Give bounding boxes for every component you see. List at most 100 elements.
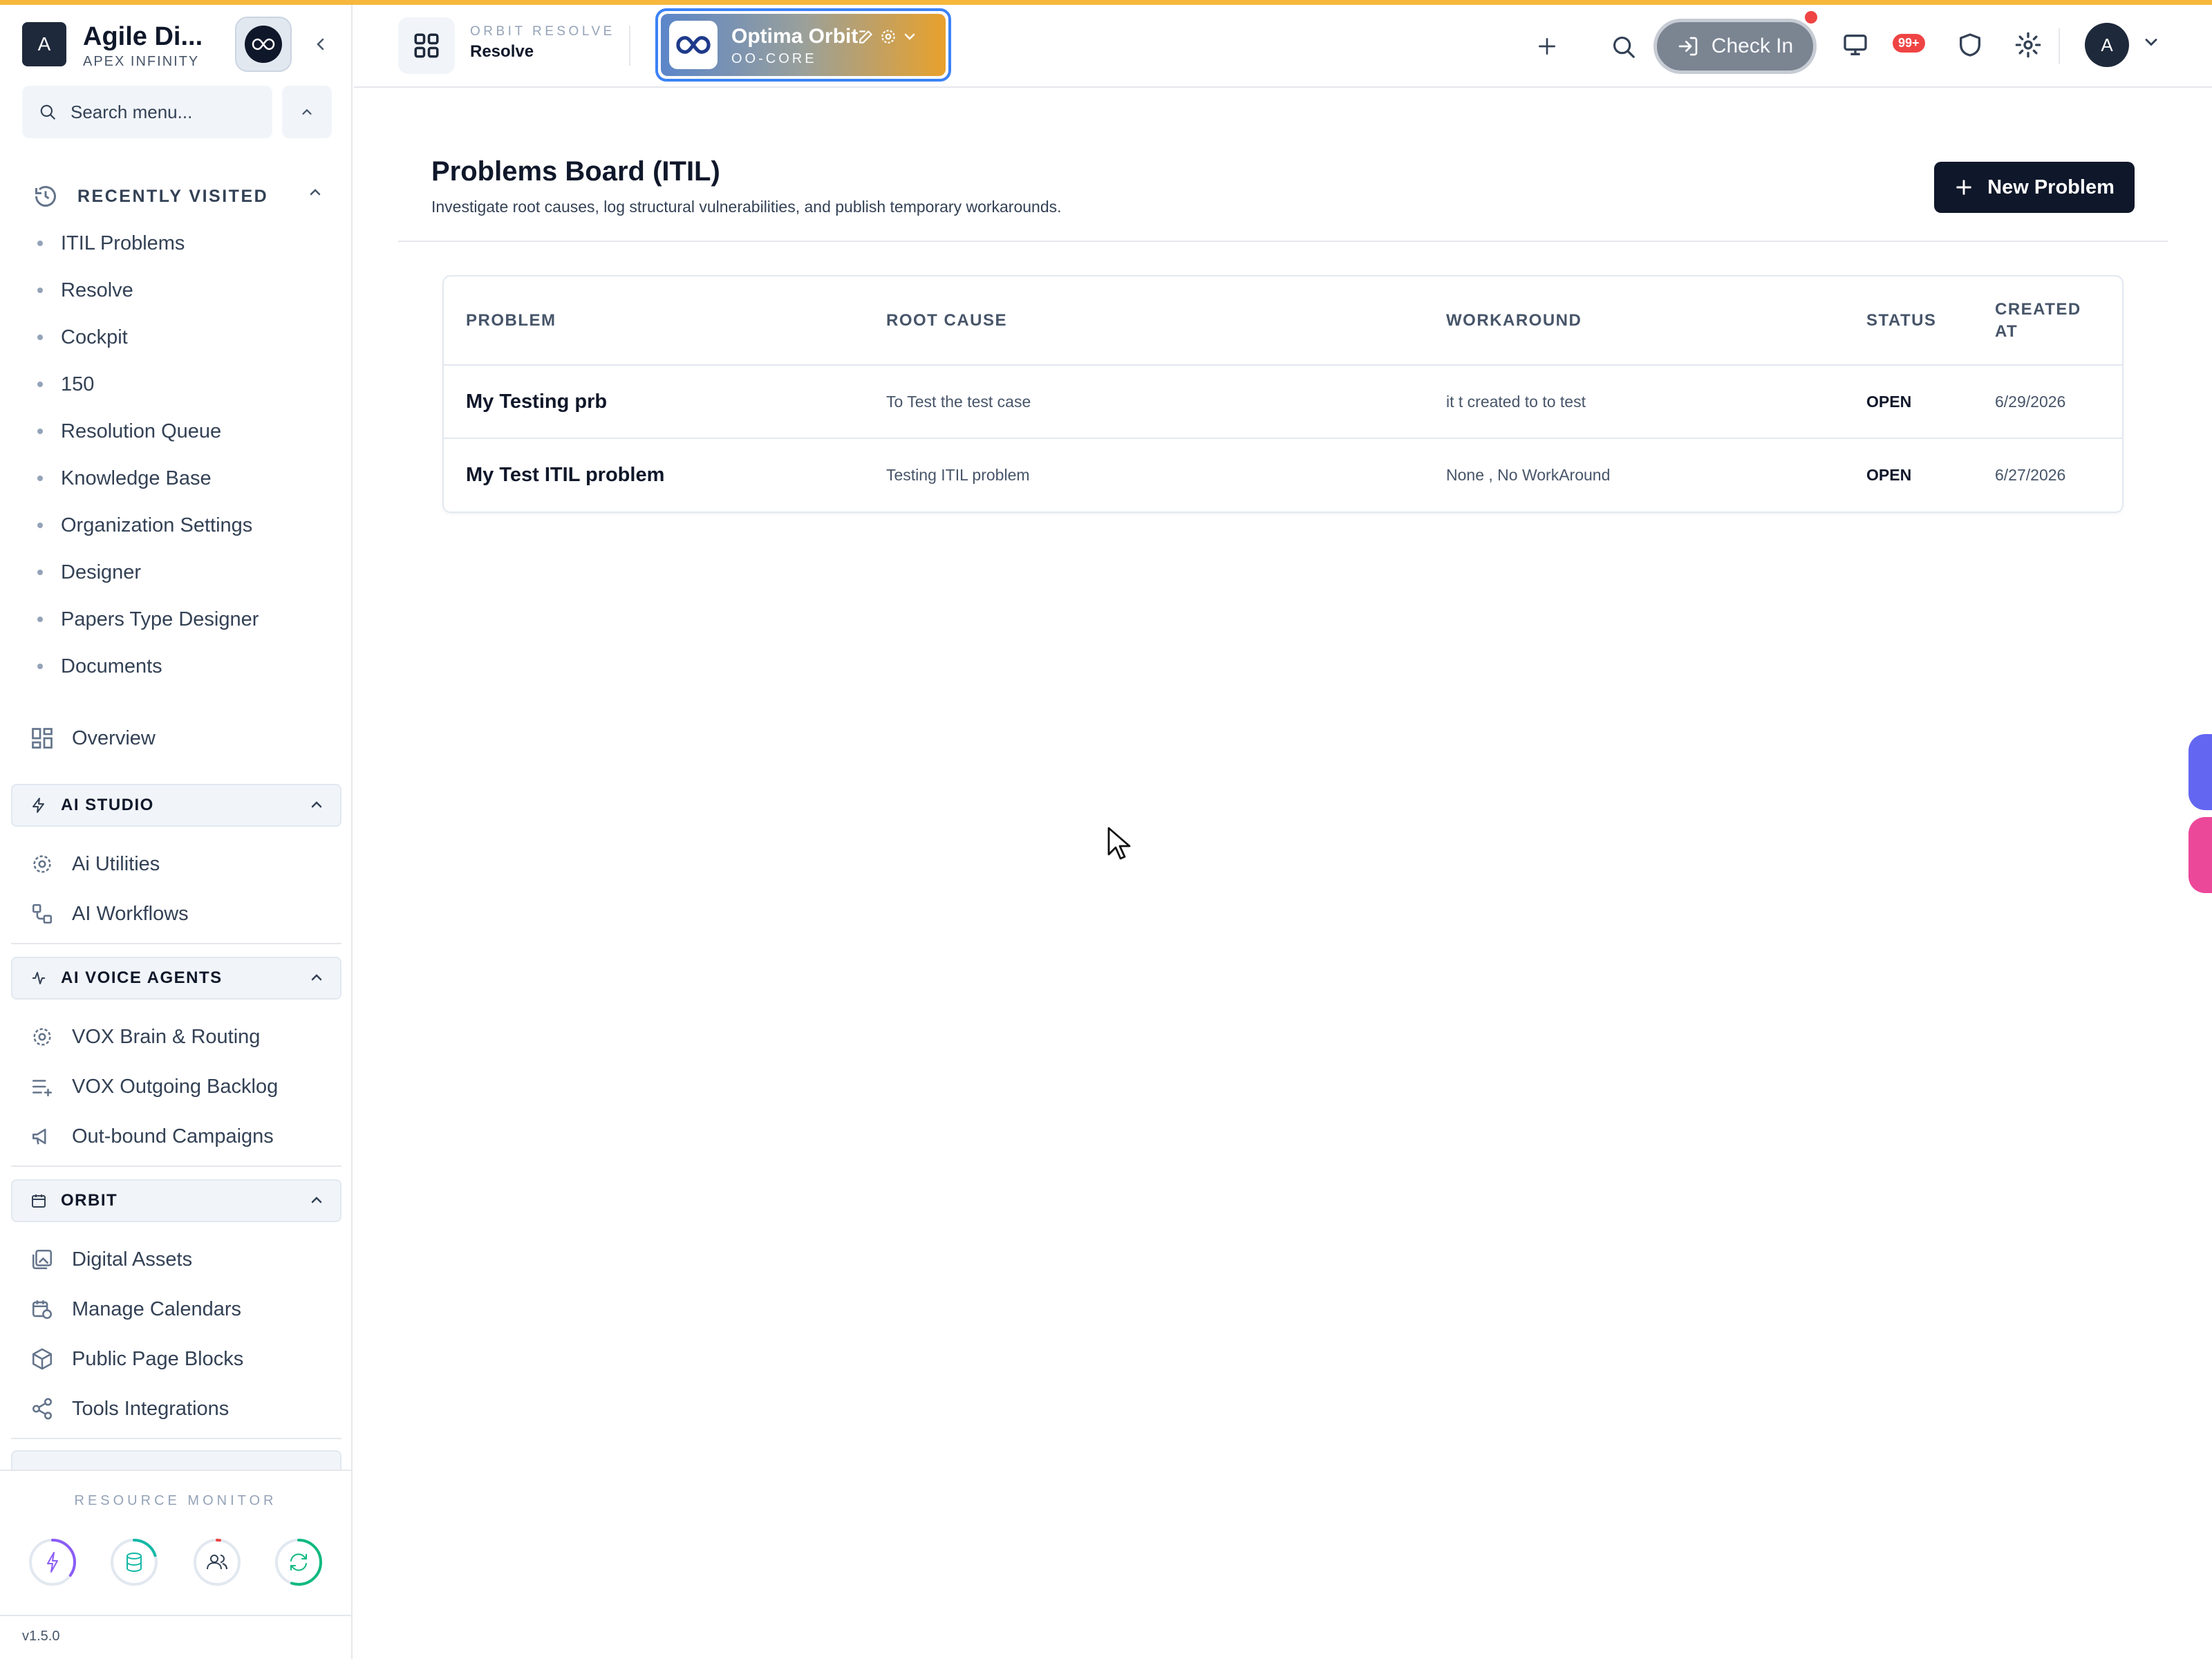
grid-icon bbox=[414, 33, 439, 58]
chevron-down-icon[interactable] bbox=[901, 28, 918, 46]
column-header-problem[interactable]: PROBLEM bbox=[444, 276, 864, 366]
section-ai-voice-agents[interactable]: AI VOICE AGENTS bbox=[11, 957, 341, 1000]
header-divider bbox=[2059, 28, 2060, 64]
page-subtitle: Investigate root causes, log structural … bbox=[431, 198, 1062, 216]
section-orbit[interactable]: ORBIT bbox=[11, 1179, 341, 1222]
add-button[interactable] bbox=[1521, 20, 1573, 73]
menu-search[interactable] bbox=[22, 86, 272, 138]
sidebar-item-digital-assets[interactable]: Digital Assets bbox=[28, 1239, 332, 1280]
settings-button[interactable] bbox=[2006, 23, 2050, 67]
gauge[interactable] bbox=[192, 1537, 242, 1587]
workspace-code: OO-CORE bbox=[731, 51, 817, 66]
notifications-button[interactable]: 99+ bbox=[1887, 17, 1936, 73]
section-title: ORBIT bbox=[61, 1191, 118, 1210]
org-logo-button[interactable] bbox=[235, 17, 292, 72]
brand-avatar[interactable]: A bbox=[22, 22, 66, 66]
section-next-partial[interactable] bbox=[11, 1450, 341, 1471]
sidebar-item-label: Manage Calendars bbox=[72, 1297, 242, 1320]
edit-icon[interactable] bbox=[857, 28, 875, 46]
section-title: AI STUDIO bbox=[61, 796, 154, 814]
cell-created-at: 6/29/2026 bbox=[1973, 365, 2122, 439]
column-header-root-cause[interactable]: ROOT CAUSE bbox=[864, 276, 1424, 366]
recent-item[interactable]: Resolve bbox=[33, 267, 324, 314]
monitor-button[interactable] bbox=[1833, 23, 1877, 67]
cog-icon bbox=[28, 1022, 57, 1051]
check-in-button[interactable]: Check In bbox=[1653, 19, 1817, 74]
column-header-created-at[interactable]: CREATED AT bbox=[1973, 276, 2122, 366]
sidebar-item-ai-utilities[interactable]: Ai Utilities bbox=[28, 843, 332, 885]
sidebar-item-label: Digital Assets bbox=[72, 1248, 193, 1271]
share-icon bbox=[28, 1394, 57, 1423]
recent-item[interactable]: Documents bbox=[33, 643, 324, 690]
collapse-menu-button[interactable] bbox=[282, 86, 332, 138]
cog-icon bbox=[28, 850, 57, 879]
sidebar-item-label: VOX Brain & Routing bbox=[72, 1025, 261, 1048]
user-avatar[interactable]: A bbox=[2085, 23, 2129, 67]
new-problem-label: New Problem bbox=[1987, 176, 2115, 198]
global-search-button[interactable] bbox=[1600, 23, 1648, 71]
sidebar-item-label: Out-bound Campaigns bbox=[72, 1125, 274, 1147]
infinity-logo-icon bbox=[676, 36, 711, 54]
section-divider bbox=[11, 943, 341, 944]
sidebar-item-ai-workflows[interactable]: AI Workflows bbox=[28, 893, 332, 935]
history-icon bbox=[35, 186, 56, 207]
sidebar-item-vox-brain[interactable]: VOX Brain & Routing bbox=[28, 1016, 332, 1058]
brand-subtitle: APEX INFINITY bbox=[83, 54, 200, 69]
floating-assistant-button[interactable] bbox=[2188, 734, 2212, 810]
images-icon bbox=[28, 1245, 57, 1274]
column-header-status[interactable]: STATUS bbox=[1844, 276, 1973, 366]
cell-problem[interactable]: My Testing prb bbox=[444, 365, 864, 439]
search-icon bbox=[1613, 36, 1635, 58]
brand-title[interactable]: Agile Di... bbox=[83, 22, 203, 52]
gauge[interactable] bbox=[109, 1537, 159, 1587]
floating-chat-button[interactable] bbox=[2188, 817, 2212, 893]
app-name[interactable]: Resolve bbox=[470, 42, 534, 62]
cell-problem[interactable]: My Test ITIL problem bbox=[444, 438, 864, 512]
resource-monitor-title: RESOURCE MONITOR bbox=[74, 1493, 277, 1508]
column-header-workaround[interactable]: WORKAROUND bbox=[1424, 276, 1844, 366]
shield-icon bbox=[1960, 33, 1980, 57]
sidebar-item-label: Ai Utilities bbox=[72, 852, 160, 875]
sidebar-item-manage-calendars[interactable]: Manage Calendars bbox=[28, 1288, 332, 1330]
cell-root-cause: To Test the test case bbox=[864, 365, 1424, 439]
database-icon bbox=[126, 1553, 142, 1559]
recent-item[interactable]: ITIL Problems bbox=[33, 220, 324, 267]
new-problem-button[interactable]: New Problem bbox=[1934, 162, 2135, 213]
security-button[interactable] bbox=[1948, 23, 1992, 67]
sidebar-item-public-page-blocks[interactable]: Public Page Blocks bbox=[28, 1338, 332, 1380]
chevron-down-icon[interactable] bbox=[2141, 32, 2161, 52]
workspace-switcher[interactable]: Optima Orbit OO-CORE bbox=[655, 8, 951, 82]
recent-item[interactable]: Cockpit bbox=[33, 314, 324, 361]
calendar-icon bbox=[28, 1190, 50, 1212]
gauge[interactable] bbox=[274, 1537, 324, 1587]
bolt-icon bbox=[28, 794, 50, 816]
recent-item[interactable]: Organization Settings bbox=[33, 502, 324, 549]
header-divider bbox=[629, 26, 630, 66]
app-switcher-button[interactable] bbox=[398, 17, 455, 74]
section-divider bbox=[11, 1165, 341, 1167]
sidebar-item-vox-outgoing-backlog[interactable]: VOX Outgoing Backlog bbox=[28, 1066, 332, 1107]
checkin-status-dot bbox=[1805, 11, 1817, 24]
sidebar-item-outbound-campaigns[interactable]: Out-bound Campaigns bbox=[28, 1116, 332, 1157]
settings-icon[interactable] bbox=[879, 28, 897, 46]
status-badge: OPEN bbox=[1866, 466, 1912, 484]
section-ai-studio[interactable]: AI STUDIO bbox=[11, 784, 341, 827]
chevron-up-icon[interactable] bbox=[307, 184, 324, 200]
recent-item[interactable]: Resolution Queue bbox=[33, 408, 324, 455]
recent-item[interactable]: Papers Type Designer bbox=[33, 596, 324, 643]
recent-item[interactable]: 150 bbox=[33, 361, 324, 408]
table-row[interactable]: My Test ITIL problem Testing ITIL proble… bbox=[444, 438, 2122, 512]
workspace-logo bbox=[669, 21, 718, 69]
collapse-sidebar-button[interactable] bbox=[307, 30, 335, 58]
app-version: v1.5.0 bbox=[22, 1629, 60, 1644]
gauge[interactable] bbox=[28, 1537, 77, 1587]
table-row[interactable]: My Testing prb To Test the test case it … bbox=[444, 365, 2122, 439]
recently-visited-header[interactable]: RECENTLY VISITED bbox=[33, 181, 324, 212]
sidebar-item-overview[interactable]: Overview bbox=[28, 718, 332, 759]
search-input[interactable] bbox=[71, 101, 257, 123]
recent-item[interactable]: Designer bbox=[33, 549, 324, 596]
status-badge: OPEN bbox=[1844, 365, 1973, 439]
recent-item[interactable]: Knowledge Base bbox=[33, 455, 324, 502]
recently-visited-list: ITIL Problems Resolve Cockpit 150 Resolu… bbox=[33, 220, 324, 690]
sidebar-item-tools-integrations[interactable]: Tools Integrations bbox=[28, 1388, 332, 1430]
